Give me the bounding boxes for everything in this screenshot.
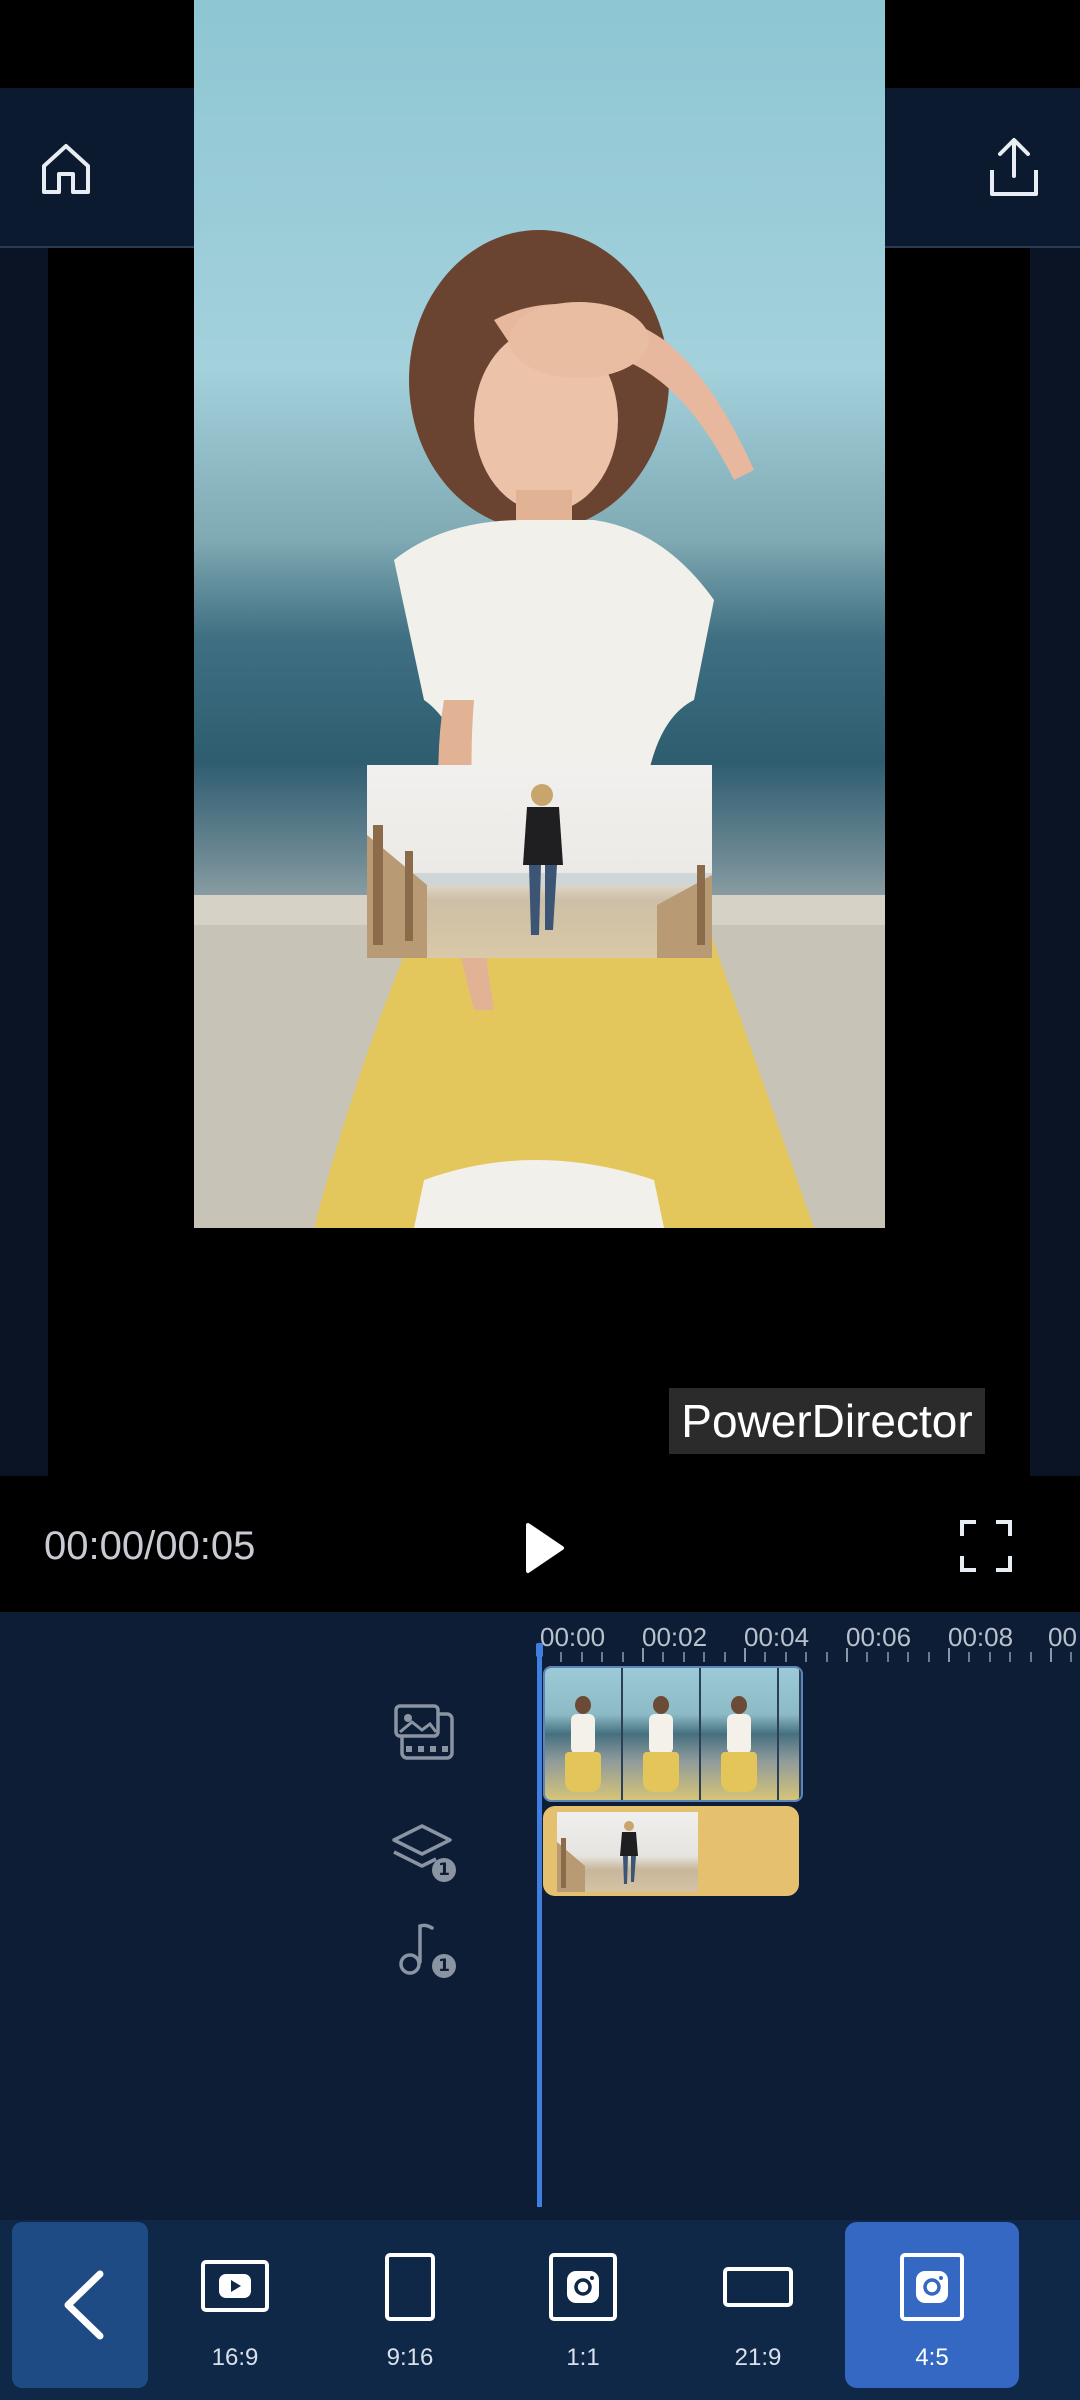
ruler-tick <box>642 1648 644 1662</box>
play-icon <box>526 1523 564 1573</box>
ruler-label: 00 <box>1048 1622 1077 1652</box>
ratio-21-9-button[interactable]: 21:9 <box>683 2222 833 2388</box>
ruler-label: 00:02 <box>642 1622 708 1652</box>
ratio-label: 1:1 <box>566 2344 600 2371</box>
ruler-tick <box>989 1652 991 1662</box>
ruler-tick <box>560 1652 562 1662</box>
fullscreen-button[interactable] <box>950 1510 1022 1582</box>
ruler-tick <box>785 1652 787 1662</box>
ruler-tick <box>866 1652 868 1662</box>
ruler-tick <box>622 1652 624 1662</box>
clip-thumbnail <box>779 1668 801 1800</box>
video-clip[interactable] <box>543 1666 803 1802</box>
main-video-preview[interactable] <box>194 0 885 1228</box>
instagram-icon <box>900 2253 964 2321</box>
overlay-track-clip[interactable] <box>543 1806 799 1896</box>
ratio-label: 9:16 <box>386 2344 434 2371</box>
ratio-16-9-button[interactable]: 16:9 <box>160 2222 310 2388</box>
share-icon <box>990 138 1038 196</box>
instagram-icon <box>549 2253 617 2321</box>
clip-thumbnail <box>701 1668 779 1800</box>
portrait-rect-icon <box>385 2253 435 2321</box>
ruler-label: 00:06 <box>846 1622 912 1652</box>
music-note-icon[interactable]: 1 <box>392 1918 458 1980</box>
youtube-icon <box>201 2260 269 2312</box>
woman-photo-illustration <box>194 230 885 1228</box>
ruler-tick <box>724 1652 726 1662</box>
ruler-tick <box>1030 1652 1032 1662</box>
overlay-clip-preview[interactable] <box>367 765 712 958</box>
ruler-tick <box>662 1652 664 1662</box>
overlay-thumbnail <box>557 1812 698 1892</box>
ruler-tick <box>1009 1652 1011 1662</box>
ratio-4-5-button[interactable]: 4:5 <box>845 2222 1019 2388</box>
time-display: 00:00/00:05 <box>44 1524 256 1568</box>
ruler-tick <box>1070 1652 1072 1662</box>
ruler-tick <box>683 1652 685 1662</box>
watermark: PowerDirector <box>669 1388 985 1454</box>
ratio-label: 4:5 <box>915 2344 949 2371</box>
overlay-count-badge: 1 <box>432 1858 456 1882</box>
beach-walk-photo <box>367 784 712 958</box>
ruler-tick <box>907 1652 909 1662</box>
wide-rect-icon <box>723 2267 793 2307</box>
ratio-label: 16:9 <box>211 2344 259 2371</box>
ruler-tick <box>826 1652 828 1662</box>
clip-thumbnail <box>545 1668 623 1800</box>
home-icon <box>42 144 90 194</box>
video-track-icon[interactable] <box>392 1702 458 1764</box>
ruler-label: 00:00 <box>540 1622 606 1652</box>
play-button[interactable] <box>508 1512 580 1584</box>
playhead[interactable] <box>537 1652 542 2207</box>
ruler-tick <box>887 1652 889 1662</box>
chevron-left-icon <box>64 2270 104 2340</box>
back-button[interactable] <box>12 2222 148 2388</box>
fullscreen-icon <box>960 1520 1012 1572</box>
audio-count-badge: 1 <box>432 1954 456 1978</box>
ruler-tick <box>601 1652 603 1662</box>
home-button[interactable] <box>30 132 102 204</box>
ruler-tick <box>581 1652 583 1662</box>
ratio-1-1-button[interactable]: 1:1 <box>508 2222 658 2388</box>
layers-icon[interactable]: 1 <box>392 1822 458 1884</box>
ruler-tick <box>846 1648 848 1662</box>
share-button[interactable] <box>978 130 1050 206</box>
ruler-tick <box>805 1652 807 1662</box>
ruler-tick <box>703 1652 705 1662</box>
ruler-label: 00:08 <box>948 1622 1014 1652</box>
ruler-tick <box>744 1648 746 1662</box>
ruler-tick <box>1050 1648 1052 1662</box>
ruler-tick <box>968 1652 970 1662</box>
ruler-tick <box>764 1652 766 1662</box>
ruler-tick <box>928 1652 930 1662</box>
ruler-tick <box>948 1648 950 1662</box>
ruler-label: 00:04 <box>744 1622 810 1652</box>
clip-thumbnail <box>623 1668 701 1800</box>
ratio-9-16-button[interactable]: 9:16 <box>335 2222 485 2388</box>
ratio-label: 21:9 <box>734 2344 782 2371</box>
